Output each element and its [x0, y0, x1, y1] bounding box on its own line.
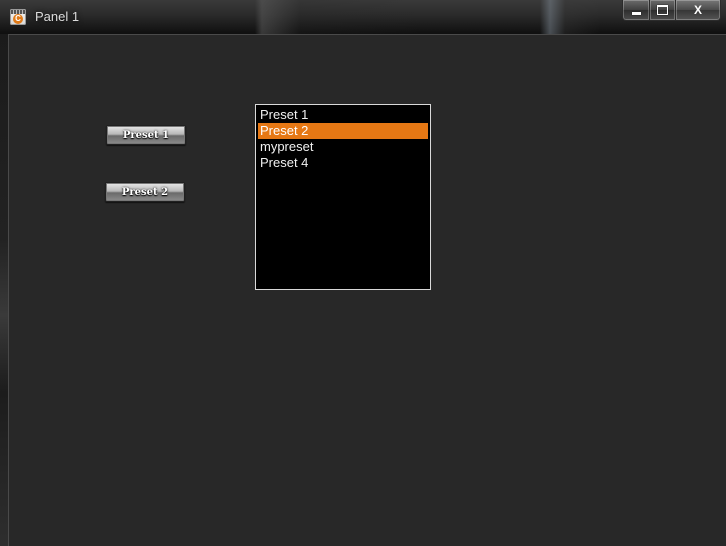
list-item-preset-4[interactable]: Preset 4 [258, 155, 428, 171]
window-frame-left [0, 34, 8, 546]
minimize-icon [631, 12, 641, 15]
panel-client-area: Preset 1 Preset 2 Preset 1 Preset 2 mypr… [8, 34, 726, 546]
window-title: Panel 1 [35, 9, 80, 24]
minimize-button[interactable] [622, 0, 650, 21]
maximize-icon [657, 5, 668, 15]
maximize-button[interactable] [650, 0, 676, 21]
close-button[interactable]: X [676, 0, 721, 21]
preset-1-button[interactable]: Preset 1 [106, 125, 186, 145]
list-item-mypreset[interactable]: mypreset [258, 139, 428, 155]
caption-buttons: X [622, 0, 721, 21]
preset-listbox[interactable]: Preset 1 Preset 2 mypreset Preset 4 [255, 104, 431, 290]
app-icon[interactable]: C [10, 9, 26, 25]
list-item-preset-2[interactable]: Preset 2 [258, 123, 428, 139]
title-bar[interactable]: C Panel 1 X [0, 0, 726, 34]
list-item-preset-1[interactable]: Preset 1 [258, 107, 428, 123]
close-icon: X [693, 3, 702, 17]
preset-2-button[interactable]: Preset 2 [105, 182, 185, 202]
panel-window: C Panel 1 X Preset 1 Preset 2 Preset 1 P… [0, 0, 726, 546]
